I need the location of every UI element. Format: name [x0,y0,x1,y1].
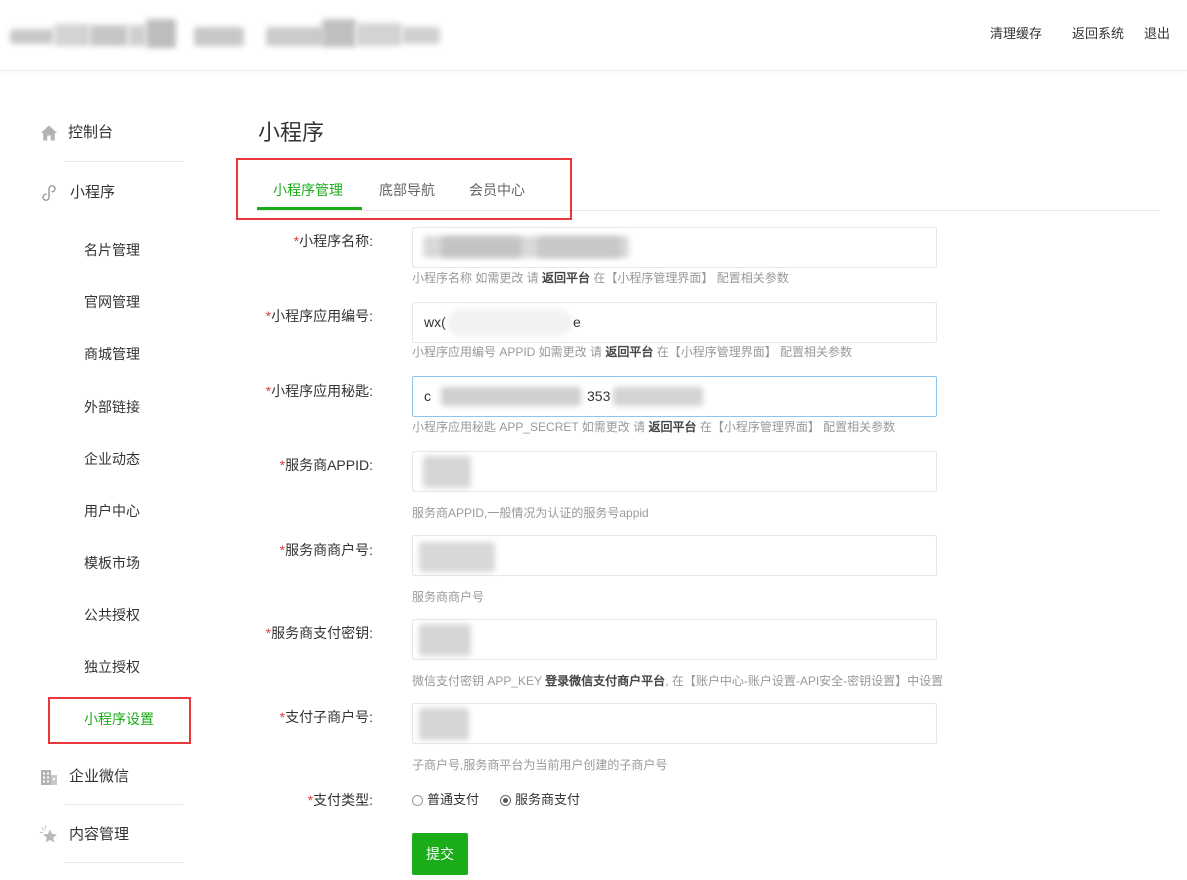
input-value-start: c [424,388,431,404]
page-title: 小程序 [258,120,325,145]
field-help-text: 小程序应用秘匙 APP_SECRET 如需更改 请 返回平台 在【小程序管理界面… [412,420,896,434]
redacted-value [441,387,581,406]
sidebar-item-label[interactable]: 内容管理 [69,824,129,846]
input-value-end: e [573,314,581,330]
sidebar-item-template-market[interactable]: 模板市场 [84,553,140,573]
sidebar-item-label[interactable]: 控制台 [68,122,113,144]
sidebar-item-user-center[interactable]: 用户中心 [84,501,140,521]
radio-normal-pay[interactable] [412,795,423,806]
field-help-text: 小程序名称 如需更改 请 返回平台 在【小程序管理界面】 配置相关参数 [412,271,789,285]
field-label: *小程序应用秘匙: [265,383,373,399]
redacted-value [419,708,469,740]
redacted-value [423,456,471,488]
redacted-value [419,624,471,656]
divider [65,161,183,162]
sidebar-item-card-management[interactable]: 名片管理 [84,240,140,260]
radio-label[interactable]: 普通支付 [427,790,479,810]
redacted-value [447,309,573,336]
home-icon [40,124,60,144]
divider [65,862,183,863]
field-help-text: 服务商APPID,一般情况为认证的服务号appid [412,506,649,520]
mini-program-name-input[interactable] [412,227,937,268]
redacted-value [419,542,495,572]
sidebar-item-website-management[interactable]: 官网管理 [84,292,140,312]
field-help-text: 小程序应用编号 APPID 如需更改 请 返回平台 在【小程序管理界面】 配置相… [412,345,853,359]
sidebar-item-mall-management[interactable]: 商城管理 [84,344,140,364]
return-platform-link[interactable]: 返回平台 [605,345,653,359]
field-label: *支付类型: [307,792,373,808]
provider-merchant-id-input[interactable] [412,535,937,576]
sidebar-item-external-links[interactable]: 外部链接 [84,397,140,417]
field-label: *服务商APPID: [279,457,373,473]
mini-program-icon [40,184,60,204]
field-label: *服务商商户号: [279,542,373,558]
building-icon [40,768,60,788]
return-platform-link[interactable]: 返回平台 [648,420,696,434]
field-label: *服务商支付密钥: [265,625,373,641]
input-value-mid: 353 [587,388,611,404]
input-value-start: wx( [424,314,446,330]
field-label: *小程序名称: [293,233,373,249]
sidebar-item-label[interactable]: 小程序 [70,182,115,204]
sub-merchant-id-input[interactable] [412,703,937,744]
field-help-text: 微信支付密钥 APP_KEY 登录微信支付商户平台, 在【账户中心-账户设置-A… [412,674,944,688]
highlight-box-tabs [236,158,572,220]
provider-appid-input[interactable] [412,451,937,492]
sidebar-item-independent-authorization[interactable]: 独立授权 [84,657,140,677]
field-label: *小程序应用编号: [265,308,373,324]
clear-cache-link[interactable]: 清理缓存 [990,24,1042,44]
divider [65,804,183,805]
wechat-pay-merchant-link[interactable]: 登录微信支付商户平台 [545,674,665,688]
redacted-value [613,387,703,406]
provider-pay-key-input[interactable] [412,619,937,660]
sidebar-item-company-news[interactable]: 企业动态 [84,449,140,469]
field-help-text: 子商户号,服务商平台为当前用户创建的子商户号 [412,758,668,772]
star-icon [39,825,59,845]
submit-button[interactable]: 提交 [412,833,468,875]
back-to-system-link[interactable]: 返回系统 [1072,24,1124,44]
highlight-box-sidebar [48,697,191,744]
field-help-text: 服务商商户号 [412,590,485,604]
logout-link[interactable]: 退出 [1144,24,1170,44]
sidebar-item-label[interactable]: 企业微信 [69,766,129,788]
field-label: *支付子商户号: [279,709,373,725]
sidebar-item-public-authorization[interactable]: 公共授权 [84,605,140,625]
mini-program-secret-input[interactable]: c 353 [412,376,937,417]
radio-label[interactable]: 服务商支付 [515,790,580,810]
radio-provider-pay[interactable] [500,795,511,806]
mini-program-appid-input[interactable]: wx( e [412,302,937,343]
top-header: 清理缓存 返回系统 退出 [0,0,1187,71]
return-platform-link[interactable]: 返回平台 [542,271,590,285]
